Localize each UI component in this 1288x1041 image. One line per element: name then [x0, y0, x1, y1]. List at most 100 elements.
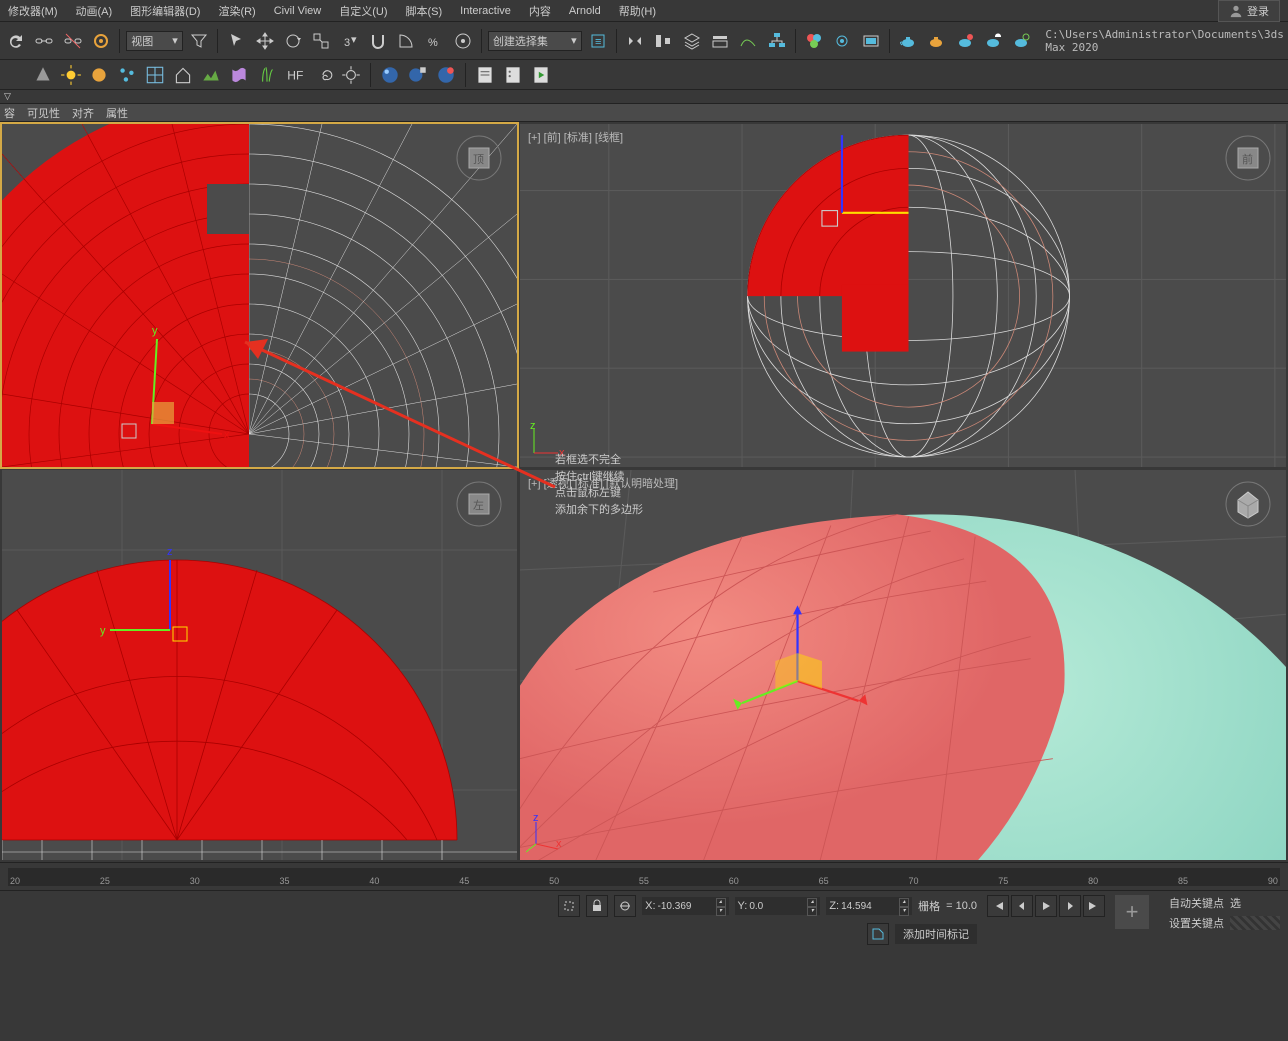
- viewport-front-label[interactable]: [+] [前] [标准] [线框]: [528, 129, 623, 145]
- menu-help[interactable]: 帮助(H): [619, 3, 656, 19]
- teapot-cloud-icon[interactable]: [981, 28, 1005, 54]
- viewport-perspective-label[interactable]: [+] [透视] [标准] [默认明暗处理]: [528, 475, 678, 491]
- menu-modifiers[interactable]: 修改器(M): [8, 3, 58, 19]
- gear-icon[interactable]: [340, 64, 362, 86]
- selection-lock-icon[interactable]: [558, 895, 580, 917]
- menu-civilview[interactable]: Civil View: [274, 5, 321, 17]
- expand-icon[interactable]: ▽: [4, 91, 11, 102]
- bind-icon[interactable]: [89, 28, 113, 54]
- add-time-tag[interactable]: 添加时间标记: [895, 924, 977, 944]
- time-tag-icon[interactable]: [867, 923, 889, 945]
- y-input[interactable]: [749, 901, 805, 912]
- viewport-top[interactable]: x y 顶: [2, 124, 517, 467]
- curve-editor-icon[interactable]: [736, 28, 760, 54]
- set-key-label[interactable]: 设置关键点: [1169, 915, 1224, 931]
- sel-label[interactable]: 选: [1230, 895, 1241, 911]
- material-editor-icon[interactable]: [802, 28, 826, 54]
- play-icon[interactable]: [1035, 895, 1057, 917]
- menu-animation[interactable]: 动画(A): [76, 3, 113, 19]
- link-icon[interactable]: [32, 28, 56, 54]
- schematic-icon[interactable]: [765, 28, 789, 54]
- z-coordinate[interactable]: Z:▴▾: [826, 897, 912, 915]
- render-frame-icon[interactable]: [859, 28, 883, 54]
- teapot-active-icon[interactable]: [952, 28, 976, 54]
- align-icon[interactable]: [651, 28, 675, 54]
- timeline[interactable]: 202530354045505560657075808590: [0, 862, 1288, 890]
- login-button[interactable]: 登录: [1218, 0, 1280, 22]
- y-coordinate[interactable]: Y:▴▾: [735, 897, 821, 915]
- select-icon[interactable]: [224, 28, 248, 54]
- spiral-icon[interactable]: [312, 64, 334, 86]
- script-run-icon[interactable]: [530, 64, 552, 86]
- menu-arnold[interactable]: Arnold: [569, 5, 601, 17]
- key-filter-icon[interactable]: [1230, 916, 1280, 930]
- selection-set-dropdown[interactable]: 创建选择集▾: [488, 31, 582, 51]
- ball-edit-icon[interactable]: [407, 64, 429, 86]
- shell-icon[interactable]: [4, 64, 26, 86]
- create-selset-icon[interactable]: ≡: [586, 28, 610, 54]
- menu-scripting[interactable]: 脚本(S): [406, 3, 443, 19]
- snap-toggle-icon[interactable]: [366, 28, 390, 54]
- spinner-snap-icon[interactable]: [451, 28, 475, 54]
- menu-customize[interactable]: 自定义(U): [339, 3, 387, 19]
- script-icon[interactable]: [474, 64, 496, 86]
- hair-fur-icon[interactable]: HF: [284, 64, 306, 86]
- menu-grapheditors[interactable]: 图形编辑器(D): [130, 3, 200, 19]
- reference-dropdown[interactable]: 视图▾: [126, 31, 183, 51]
- angle-snap-icon[interactable]: [394, 28, 418, 54]
- x-input[interactable]: [658, 901, 714, 912]
- teapot-render-icon[interactable]: [896, 28, 920, 54]
- viewcube-icon[interactable]: 左: [455, 480, 503, 528]
- goto-end-icon[interactable]: [1083, 895, 1105, 917]
- tab-align[interactable]: 对齐: [72, 105, 94, 121]
- scale-icon[interactable]: [309, 28, 333, 54]
- menu-content[interactable]: 内容: [529, 3, 551, 19]
- z-input[interactable]: [841, 901, 897, 912]
- next-frame-icon[interactable]: [1059, 895, 1081, 917]
- menu-rendering[interactable]: 渲染(R): [218, 3, 255, 19]
- ball-red-icon[interactable]: [435, 64, 457, 86]
- prev-frame-icon[interactable]: [1011, 895, 1033, 917]
- ball-blue-icon[interactable]: [379, 64, 401, 86]
- layers-icon[interactable]: [680, 28, 704, 54]
- grass-icon[interactable]: [256, 64, 278, 86]
- viewcube-icon[interactable]: [1224, 480, 1272, 528]
- particles-icon[interactable]: [116, 64, 138, 86]
- mirror-icon[interactable]: [623, 28, 647, 54]
- teapot-online-icon[interactable]: [1009, 28, 1033, 54]
- filter-icon[interactable]: [187, 28, 211, 54]
- placement-icon[interactable]: 3▾: [337, 28, 361, 54]
- script-list-icon[interactable]: [502, 64, 524, 86]
- x-coordinate[interactable]: X:▴▾: [642, 897, 728, 915]
- percent-snap-icon[interactable]: %: [422, 28, 446, 54]
- lock-icon[interactable]: [586, 895, 608, 917]
- timeline-track[interactable]: 202530354045505560657075808590: [8, 868, 1280, 886]
- render-setup-icon[interactable]: [830, 28, 854, 54]
- tab-properties[interactable]: 属性: [106, 105, 128, 121]
- toggle-ribbon-icon[interactable]: [708, 28, 732, 54]
- grid-icon[interactable]: [144, 64, 166, 86]
- cone-icon[interactable]: [32, 64, 54, 86]
- viewport-left[interactable]: z y 左: [2, 470, 517, 860]
- isolate-icon[interactable]: [614, 895, 636, 917]
- redo-icon[interactable]: [4, 28, 28, 54]
- goto-start-icon[interactable]: [987, 895, 1009, 917]
- sun-icon[interactable]: [60, 64, 82, 86]
- viewport-perspective[interactable]: [+] [透视] [标准] [默认明暗处理]: [520, 470, 1286, 860]
- menu-interactive[interactable]: Interactive: [460, 5, 511, 17]
- cloth-icon[interactable]: [228, 64, 250, 86]
- sphere-icon[interactable]: [88, 64, 110, 86]
- tab-visibility[interactable]: 可见性: [27, 105, 60, 121]
- tab-container[interactable]: 容: [4, 105, 15, 121]
- set-key-button[interactable]: +: [1115, 895, 1149, 929]
- viewcube-icon[interactable]: 前: [1224, 134, 1272, 182]
- viewcube-icon[interactable]: 顶: [455, 134, 503, 182]
- terrain-icon[interactable]: [200, 64, 222, 86]
- auto-key-label[interactable]: 自动关键点: [1169, 895, 1224, 911]
- viewport-front[interactable]: [+] [前] [标准] [线框]: [520, 124, 1286, 467]
- unlink-icon[interactable]: [61, 28, 85, 54]
- house-icon[interactable]: [172, 64, 194, 86]
- move-icon[interactable]: [252, 28, 276, 54]
- rotate-icon[interactable]: [281, 28, 305, 54]
- teapot-preview-icon[interactable]: [924, 28, 948, 54]
